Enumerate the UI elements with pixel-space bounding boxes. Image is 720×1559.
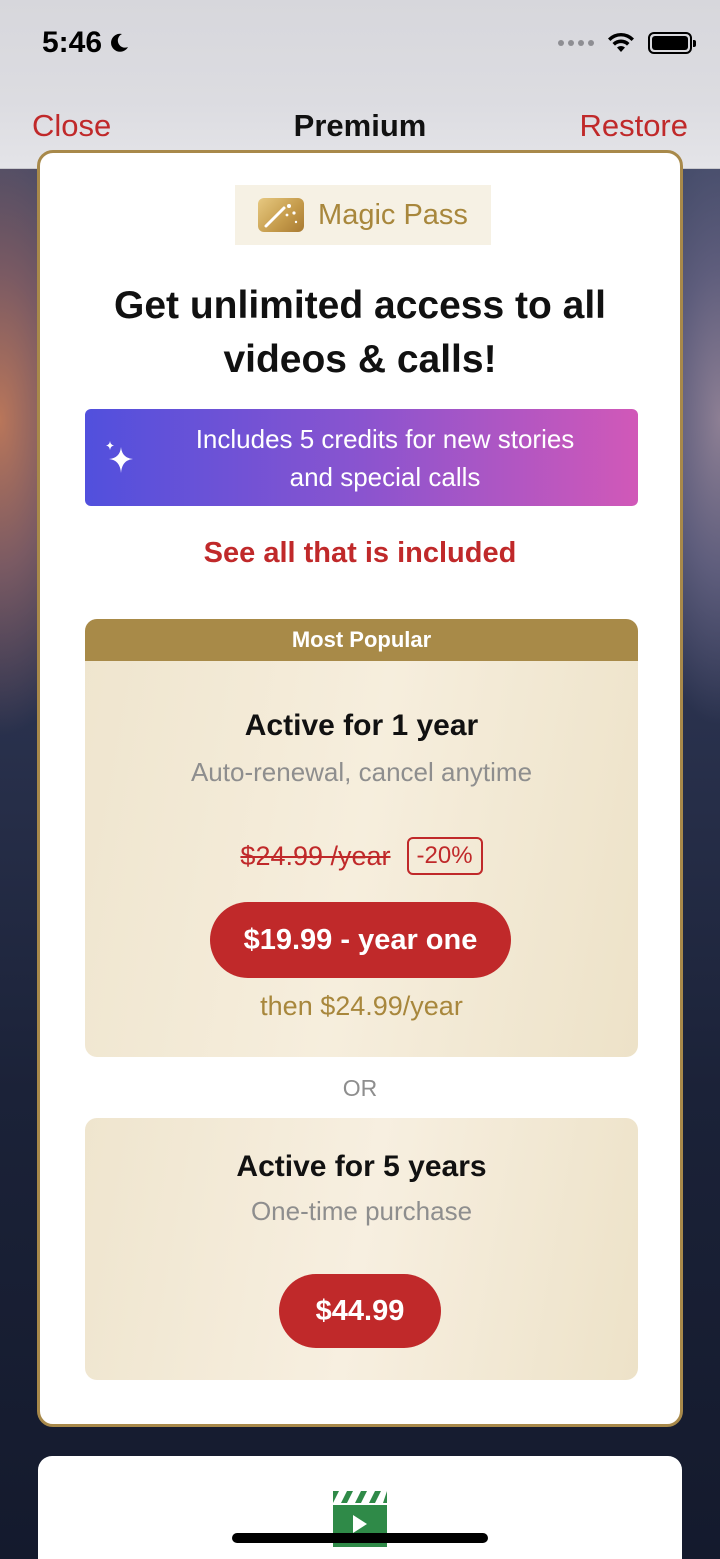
- credits-line-1: Includes 5 credits for new stories: [195, 423, 575, 454]
- secondary-card: [38, 1456, 682, 1559]
- plan-title: Active for 5 years: [236, 1150, 487, 1183]
- status-indicators: [558, 32, 696, 54]
- plan-card-5-years[interactable]: Active for 5 years One-time purchase $44…: [85, 1118, 638, 1380]
- buy-1-year-button[interactable]: $19.99 - year one: [210, 902, 511, 978]
- credits-line-2: and special calls: [289, 461, 481, 492]
- see-all-included-link[interactable]: See all that is included: [40, 537, 680, 570]
- navigation-header: 5:46 Premium Close Restore: [0, 0, 720, 169]
- renewal-price-text: then $24.99/year: [260, 991, 463, 1021]
- plan-card-1-year[interactable]: Most Popular Active for 1 year Auto-rene…: [85, 619, 638, 1057]
- magic-pass-badge: Magic Pass: [235, 185, 491, 245]
- battery-icon: [648, 32, 696, 54]
- status-time: 5:46: [42, 26, 130, 60]
- headline: Get unlimited access to all videos & cal…: [114, 284, 606, 381]
- wifi-icon: [608, 32, 634, 52]
- close-button[interactable]: Close: [32, 108, 111, 144]
- most-popular-ribbon: Most Popular: [85, 619, 638, 661]
- sparkle-icon: [106, 441, 133, 473]
- moon-icon: [111, 33, 129, 52]
- buy-5-years-button[interactable]: $44.99: [279, 1274, 441, 1348]
- or-divider: OR: [342, 1075, 378, 1101]
- cellular-signal-icon: [558, 40, 594, 46]
- credits-text: Includes 5 credits for new stories and s…: [145, 420, 625, 496]
- old-price-row: $24.99 /year -20%: [85, 837, 638, 875]
- badge-label: Magic Pass: [318, 198, 468, 231]
- magic-wand-icon: [258, 198, 305, 232]
- status-time-text: 5:46: [42, 26, 103, 59]
- credits-banner: Includes 5 credits for new stories and s…: [85, 409, 638, 506]
- premium-card: Magic Pass Get unlimited access to all v…: [37, 150, 683, 1427]
- restore-button[interactable]: Restore: [579, 108, 688, 144]
- old-price: $24.99 /year: [240, 840, 391, 871]
- plan-subtitle: Auto-renewal, cancel anytime: [190, 757, 533, 787]
- plan-subtitle: One-time purchase: [250, 1196, 473, 1226]
- plan-title: Active for 1 year: [244, 709, 479, 742]
- home-indicator: [232, 1533, 488, 1543]
- discount-badge: -20%: [406, 837, 483, 875]
